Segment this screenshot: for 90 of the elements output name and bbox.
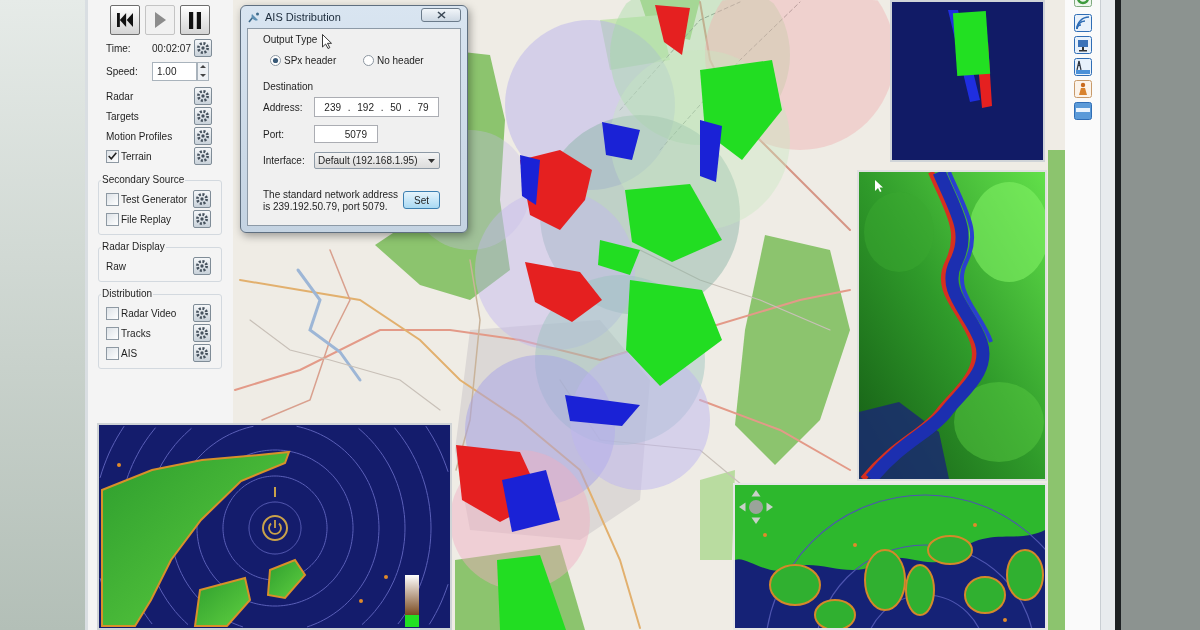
gear-icon bbox=[196, 213, 208, 225]
center-marker-icon bbox=[262, 515, 288, 541]
close-icon bbox=[436, 11, 446, 19]
time-label: Time: bbox=[106, 41, 131, 56]
dish-icon bbox=[248, 11, 260, 23]
speed-field[interactable]: 1.00 bbox=[152, 61, 197, 81]
field-label: Port: bbox=[263, 127, 286, 142]
gear-icon bbox=[197, 110, 209, 122]
settings-button[interactable] bbox=[194, 87, 212, 105]
target-return bbox=[952, 10, 991, 77]
gear-icon bbox=[197, 150, 209, 162]
settings-button[interactable] bbox=[193, 324, 211, 342]
cursor-icon bbox=[322, 34, 332, 49]
gear-icon bbox=[197, 130, 209, 142]
forest-area bbox=[600, 15, 670, 70]
row-label: Radar bbox=[106, 89, 134, 104]
close-button[interactable] bbox=[421, 8, 461, 22]
checkbox[interactable] bbox=[106, 212, 119, 226]
address-field[interactable]: 239 . 192 . 50 . 79 bbox=[314, 97, 439, 117]
row-label: Motion Profiles bbox=[106, 129, 173, 144]
caret-up-icon bbox=[200, 65, 206, 69]
settings-button[interactable] bbox=[193, 190, 211, 208]
checkbox-label: Radar Video bbox=[121, 306, 177, 321]
radar-echo bbox=[359, 599, 363, 603]
radio-button[interactable] bbox=[270, 54, 281, 66]
gear-icon bbox=[196, 327, 208, 339]
settings-button[interactable] bbox=[193, 257, 211, 275]
checkbox[interactable] bbox=[106, 149, 119, 163]
radar-echo bbox=[117, 463, 121, 467]
radio-label: No header bbox=[377, 53, 424, 68]
row-label: Targets bbox=[106, 109, 139, 124]
section-title: Destination bbox=[263, 81, 314, 93]
checkbox-label: AIS bbox=[121, 346, 138, 361]
speed-label: Speed: bbox=[106, 64, 138, 79]
pause-icon bbox=[189, 11, 201, 29]
time-value: 00:02:07 bbox=[152, 41, 191, 56]
caret-down-icon bbox=[428, 158, 435, 163]
field-label: Interface: bbox=[263, 154, 306, 168]
checkbox[interactable] bbox=[106, 326, 119, 340]
radio-button[interactable] bbox=[363, 54, 374, 66]
caret-down-icon bbox=[200, 73, 206, 77]
heading-marker bbox=[274, 486, 276, 498]
checkbox-label: File Replay bbox=[121, 212, 172, 227]
settings-button[interactable] bbox=[193, 304, 211, 322]
gear-icon bbox=[197, 90, 209, 102]
checkbox[interactable] bbox=[106, 346, 119, 360]
port-field[interactable]: 5079 bbox=[314, 125, 378, 143]
section-title: Output Type bbox=[263, 34, 318, 46]
skip-back-icon bbox=[117, 13, 133, 27]
settings-button[interactable] bbox=[194, 127, 212, 145]
play-icon bbox=[154, 12, 166, 28]
checkbox[interactable] bbox=[106, 192, 119, 206]
set-button[interactable]: Set bbox=[403, 191, 440, 209]
antenna-icon[interactable] bbox=[1073, 58, 1092, 76]
settings-button[interactable] bbox=[194, 107, 212, 125]
checkbox-label: Test Generator bbox=[121, 192, 188, 207]
radio-label: SPx header bbox=[284, 53, 337, 68]
tick-icon bbox=[108, 152, 117, 160]
checkbox[interactable] bbox=[106, 306, 119, 320]
signal-icon[interactable] bbox=[1073, 14, 1092, 32]
checkbox-label: Terrain bbox=[121, 149, 152, 164]
settings-button[interactable] bbox=[193, 344, 211, 362]
interface-dropdown[interactable]: Default (192.168.1.95) bbox=[314, 152, 440, 169]
field-label: Address: bbox=[263, 100, 304, 115]
coverage-patch bbox=[655, 5, 690, 55]
settings-button[interactable] bbox=[193, 210, 211, 228]
group-title: Radar Display bbox=[101, 240, 166, 254]
group-title: Secondary Source bbox=[101, 173, 186, 187]
checkbox-label: Tracks bbox=[121, 326, 151, 341]
dialog-title: AIS Distribution bbox=[265, 9, 341, 25]
radar-echo bbox=[384, 575, 388, 579]
cursor-icon bbox=[875, 180, 883, 192]
gear-icon bbox=[196, 347, 208, 359]
window-icon[interactable] bbox=[1073, 102, 1092, 120]
elevation-legend-bar bbox=[405, 575, 419, 627]
gear-icon bbox=[197, 42, 209, 54]
settings-button[interactable] bbox=[194, 147, 212, 165]
skip-back-button[interactable] bbox=[110, 5, 140, 35]
pause-button[interactable] bbox=[180, 5, 210, 35]
person-icon[interactable] bbox=[1073, 80, 1092, 98]
settings-button[interactable] bbox=[194, 39, 212, 57]
gear-icon bbox=[196, 307, 208, 319]
monitor-icon[interactable] bbox=[1073, 36, 1092, 54]
row-label: Raw bbox=[106, 259, 126, 274]
coverage-patch bbox=[602, 122, 640, 160]
gear-icon bbox=[196, 193, 208, 205]
ring-icon[interactable] bbox=[1073, 0, 1092, 7]
note-text: The standard network address is 239.192.50.79, port 5079. bbox=[263, 189, 400, 213]
spin-control[interactable] bbox=[197, 61, 209, 81]
gear-icon bbox=[196, 260, 208, 272]
